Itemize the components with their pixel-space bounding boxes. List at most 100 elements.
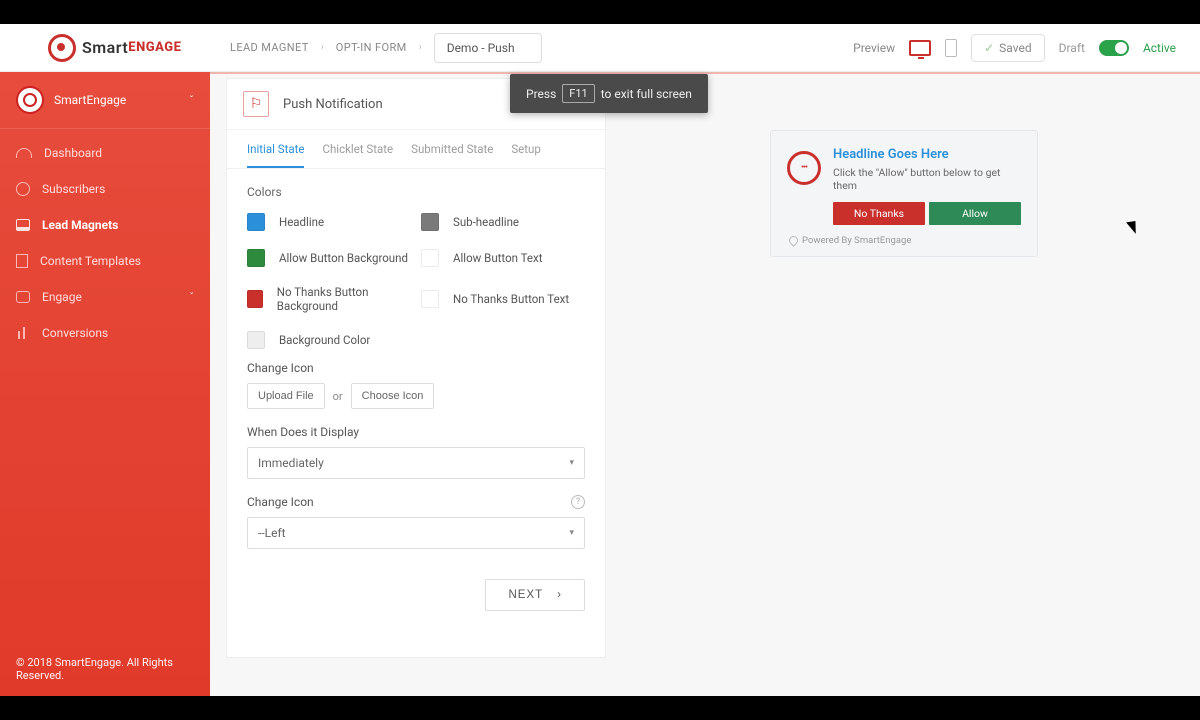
nav-label: Conversions <box>42 326 108 340</box>
nav-label: Lead Magnets <box>42 218 118 232</box>
push-preview-card: Headline Goes Here Click the "Allow" but… <box>770 130 1038 257</box>
preview-no-thanks-button[interactable]: No Thanks <box>833 202 925 225</box>
templates-icon <box>16 254 28 268</box>
logo[interactable]: SmartENGAGE <box>0 24 210 71</box>
chevron-right-icon: › <box>557 589 562 601</box>
breadcrumb-lead-magnet[interactable]: LEAD MAGNET <box>230 41 309 54</box>
when-display-select[interactable]: Immediately ▾ <box>247 447 585 479</box>
conversions-icon <box>16 327 30 339</box>
subscribers-icon <box>16 182 30 196</box>
check-icon: ✓ <box>984 41 994 55</box>
colors-heading: Colors <box>247 185 585 199</box>
footer-copyright: © 2018 SmartEngage. All Rights Reserved. <box>16 656 210 682</box>
color-background[interactable]: Background Color <box>247 331 411 349</box>
chevron-down-icon: ˇ <box>190 292 194 303</box>
position-label-text: Change Icon <box>247 495 314 509</box>
nav-label: Subscribers <box>42 182 105 196</box>
when-display-label: When Does it Display <box>247 425 585 439</box>
lead-magnets-icon <box>16 219 30 231</box>
color-label: Allow Button Text <box>453 251 542 265</box>
active-toggle[interactable] <box>1099 40 1129 56</box>
swatch <box>421 290 439 308</box>
nav-subscribers[interactable]: Subscribers <box>0 171 210 207</box>
main-area: ⚐ Push Notification ˇ Initial State Chic… <box>210 72 1200 696</box>
logo-icon <box>48 34 76 62</box>
next-button[interactable]: NEXT › <box>485 579 585 611</box>
engage-icon <box>16 291 30 303</box>
preview-allow-button[interactable]: Allow <box>929 202 1021 225</box>
swatch <box>421 213 439 231</box>
position-label: Change Icon ? <box>247 495 585 509</box>
tab-chicklet-state[interactable]: Chicklet State <box>322 142 393 168</box>
choose-icon-button[interactable]: Choose Icon <box>351 383 435 409</box>
f11-key: F11 <box>562 84 594 103</box>
tab-submitted-state[interactable]: Submitted State <box>411 142 493 168</box>
color-label: Background Color <box>279 333 370 347</box>
color-label: No Thanks Button Text <box>453 292 569 306</box>
when-display-group: When Does it Display Immediately ▾ <box>227 417 605 487</box>
toast-post: to exit full screen <box>601 87 692 101</box>
mobile-icon[interactable] <box>945 39 957 57</box>
desktop-icon[interactable] <box>909 40 931 56</box>
help-icon[interactable]: ? <box>571 495 585 509</box>
caret-down-icon: ▾ <box>569 528 574 538</box>
chevron-down-icon: ˇ <box>189 94 194 107</box>
dashboard-icon <box>16 148 32 158</box>
push-notification-icon: ⚐ <box>243 91 269 117</box>
color-label: Sub-headline <box>453 215 519 229</box>
workspace-name: SmartEngage <box>54 93 179 107</box>
nav-label: Dashboard <box>44 146 102 160</box>
location-icon <box>787 234 800 247</box>
color-headline[interactable]: Headline <box>247 213 411 231</box>
color-subheadline[interactable]: Sub-headline <box>421 213 585 231</box>
preview-headline[interactable]: Headline Goes Here <box>833 147 1021 162</box>
next-label: NEXT <box>508 589 543 601</box>
colors-section: Colors Headline Sub-headline Allow Bu <box>227 169 605 353</box>
position-select[interactable]: --Left ▾ <box>247 517 585 549</box>
upload-file-button[interactable]: Upload File <box>247 383 325 409</box>
active-label: Active <box>1143 41 1176 55</box>
color-allow-bg[interactable]: Allow Button Background <box>247 249 411 267</box>
chevron-right-icon: › <box>419 42 422 53</box>
nav-conversions[interactable]: Conversions <box>0 315 210 351</box>
color-allow-text[interactable]: Allow Button Text <box>421 249 585 267</box>
mouse-cursor <box>1130 218 1142 234</box>
topbar: SmartENGAGE LEAD MAGNET › OPT-IN FORM › … <box>0 24 1200 72</box>
nav-engage[interactable]: Engage ˇ <box>0 279 210 315</box>
tab-initial-state[interactable]: Initial State <box>247 142 304 168</box>
powered-label: Powered By SmartEngage <box>802 235 911 246</box>
logo-text-smart: Smart <box>82 38 128 57</box>
select-value: --Left <box>258 526 286 540</box>
nav-label: Engage <box>42 290 82 304</box>
settings-panel: ⚐ Push Notification ˇ Initial State Chic… <box>226 78 606 658</box>
preview-icon <box>787 151 821 185</box>
nav-label: Content Templates <box>40 254 141 268</box>
breadcrumb-current[interactable]: Demo - Push <box>434 33 542 63</box>
change-icon-group: Change Icon Upload File or Choose Icon <box>227 353 605 417</box>
workspace-switcher[interactable]: SmartEngage ˇ <box>0 72 210 129</box>
swatch <box>421 249 439 267</box>
select-value: Immediately <box>258 456 324 470</box>
preview-subheadline[interactable]: Click the "Allow" button below to get th… <box>833 166 1021 192</box>
color-no-bg[interactable]: No Thanks Button Background <box>247 285 411 313</box>
color-label: Headline <box>279 215 324 229</box>
swatch <box>247 290 263 308</box>
breadcrumb-optin-form[interactable]: OPT-IN FORM <box>336 41 407 54</box>
fullscreen-toast: Press F11 to exit full screen <box>510 74 708 113</box>
toast-pre: Press <box>526 87 556 101</box>
logo-text-engage: ENGAGE <box>128 40 181 55</box>
nav-dashboard[interactable]: Dashboard <box>0 135 210 171</box>
caret-down-icon: ▾ <box>569 458 574 468</box>
change-icon-label: Change Icon <box>247 361 585 375</box>
or-text: or <box>333 390 343 403</box>
sidebar: SmartEngage ˇ Dashboard Subscribers Lead… <box>0 72 210 696</box>
nav-lead-magnets[interactable]: Lead Magnets <box>0 207 210 243</box>
chevron-right-icon: › <box>321 42 324 53</box>
breadcrumb: LEAD MAGNET › OPT-IN FORM › Demo - Push <box>230 33 542 63</box>
state-tabs: Initial State Chicklet State Submitted S… <box>227 130 605 169</box>
color-no-text[interactable]: No Thanks Button Text <box>421 285 585 313</box>
tab-setup[interactable]: Setup <box>511 142 541 168</box>
position-group: Change Icon ? --Left ▾ <box>227 487 605 557</box>
nav-content-templates[interactable]: Content Templates <box>0 243 210 279</box>
swatch <box>247 331 265 349</box>
